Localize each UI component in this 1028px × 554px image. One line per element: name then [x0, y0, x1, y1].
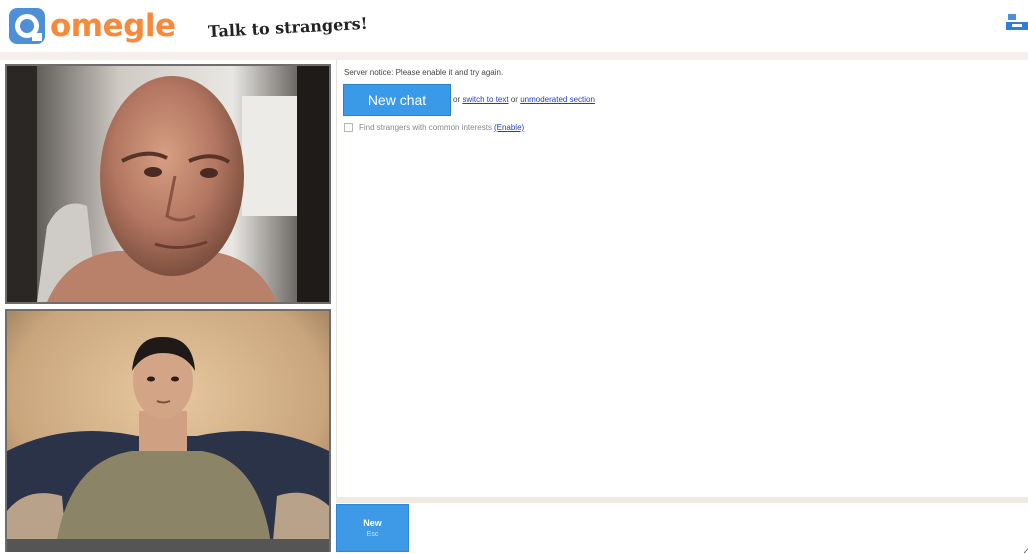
header-shadow: [0, 52, 1028, 60]
interests-enable-link[interactable]: (Enable): [494, 123, 524, 132]
alternative-options: or switch to text or unmoderated section: [453, 95, 595, 104]
omegle-logo[interactable]: omegle: [8, 6, 176, 46]
or-label-2: or: [510, 95, 518, 104]
header-bar: omegle Talk to strangers!: [0, 0, 1028, 53]
interests-checkbox[interactable]: [344, 123, 353, 132]
new-button[interactable]: New Esc: [336, 504, 409, 552]
or-label: or: [453, 95, 461, 104]
blue-widget-icon[interactable]: [1006, 10, 1028, 32]
logo-text: omegle: [50, 8, 176, 44]
new-button-hint: Esc: [366, 531, 379, 538]
server-notice: Server notice: Please enable it and try …: [344, 68, 504, 77]
interests-label: Find strangers with common interests: [359, 123, 492, 132]
new-button-label: New: [363, 518, 382, 528]
interests-option: Find strangers with common interests (En…: [344, 123, 524, 132]
message-input[interactable]: [413, 504, 1028, 554]
controls-divider: [336, 497, 1028, 503]
self-video: [5, 309, 331, 552]
unmoderated-section-link[interactable]: unmoderated section: [520, 95, 595, 104]
chat-log: Server notice: Please enable it and try …: [336, 60, 1028, 497]
switch-to-text-link[interactable]: switch to text: [462, 95, 508, 104]
omegle-logo-icon: [9, 8, 45, 44]
stranger-video: [5, 64, 331, 304]
tagline: Talk to strangers!: [207, 13, 369, 42]
new-chat-button[interactable]: New chat: [343, 84, 451, 116]
